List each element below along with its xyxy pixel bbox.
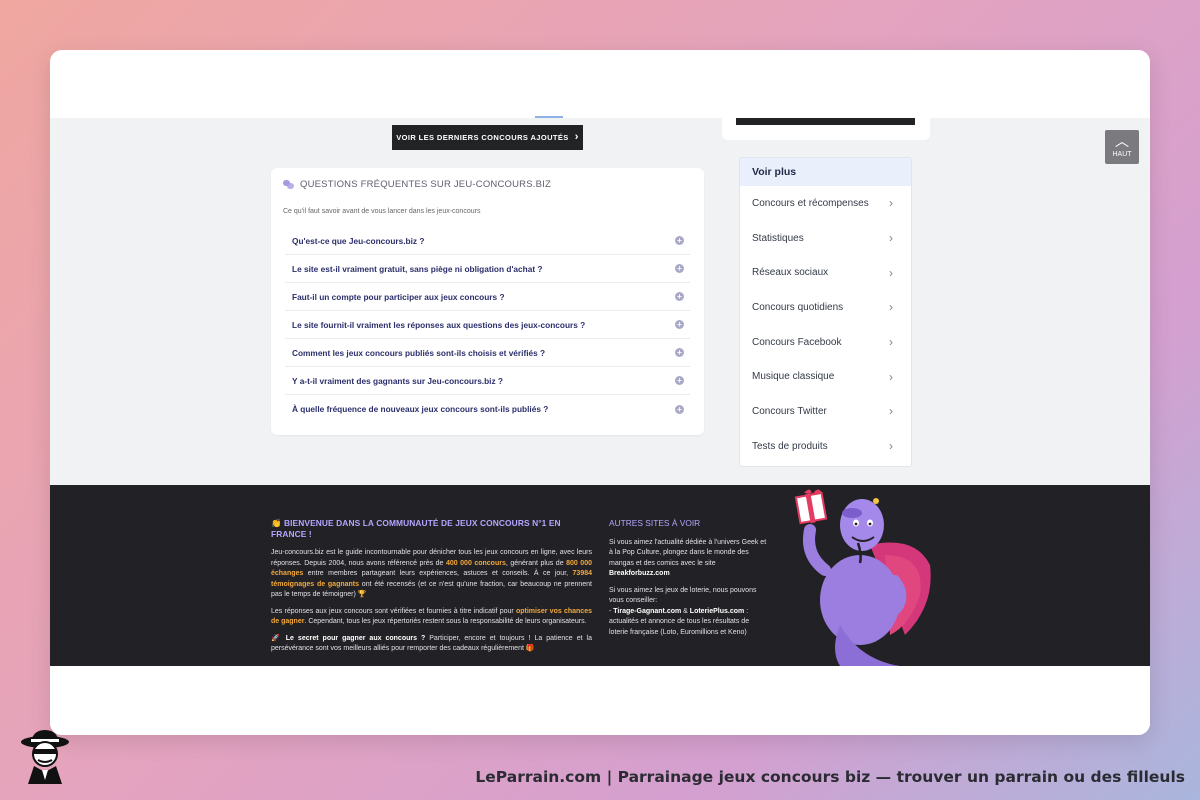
faq-item[interactable]: Comment les jeux concours publiés sont-i…	[285, 339, 690, 367]
see-more-item[interactable]: Statistiques ›	[740, 221, 911, 256]
chevron-right-icon: ›	[889, 265, 893, 280]
latest-contests-button[interactable]: VOIR LES DERNIERS CONCOURS AJOUTÉS ›	[392, 125, 583, 150]
faq-item[interactable]: Le site est-il vraiment gratuit, sans pi…	[285, 255, 690, 283]
faq-question: Comment les jeux concours publiés sont-i…	[292, 347, 546, 358]
chevron-right-icon: ›	[889, 231, 893, 246]
see-more-item[interactable]: Concours Twitter ›	[740, 394, 911, 429]
faq-question: Le site fournit-il vraiment les réponses…	[292, 319, 586, 330]
faq-item[interactable]: À quelle fréquence de nouveaux jeux conc…	[285, 395, 690, 423]
see-more-item-label: Réseaux sociaux	[752, 267, 829, 279]
faq-question: Faut-il un compte pour participer aux je…	[292, 291, 505, 302]
chevron-right-icon: ›	[889, 335, 893, 350]
plus-icon: +	[675, 376, 684, 385]
chevron-right-icon: ›	[889, 300, 893, 315]
chevron-right-icon: ›	[889, 404, 893, 419]
tirage-gagnant-link[interactable]: Tirage-Gagnant.com	[613, 608, 681, 615]
see-more-item[interactable]: Tests de produits ›	[740, 429, 911, 464]
see-more-panel: Voir plus Concours et récompenses › Statis…	[739, 157, 912, 467]
faq-card: QUESTIONS FRÉQUENTES SUR JEU-CONCOURS.BI…	[271, 168, 704, 435]
footer: 👏 BIENVENUE DANS LA COMMUNAUTÉ DE JEUX C…	[50, 485, 1150, 666]
see-more-title: Voir plus	[740, 158, 911, 186]
faq-item[interactable]: Y a-t-il vraiment des gagnants sur Jeu-c…	[285, 367, 690, 395]
leparrain-logo-icon	[21, 730, 69, 784]
faq-item[interactable]: Le site fournit-il vraiment les réponses…	[285, 311, 690, 339]
latest-contests-label: VOIR LES DERNIERS CONCOURS AJOUTÉS	[396, 133, 569, 142]
plus-icon: +	[675, 348, 684, 357]
plus-icon: +	[675, 320, 684, 329]
chevron-right-icon: ›	[574, 131, 579, 143]
see-more-item-label: Concours Facebook	[752, 336, 842, 348]
genie-mascot-illustration	[794, 489, 931, 666]
main-content: VOIR LES DERNIERS CONCOURS AJOUTÉS › QUE…	[50, 118, 1150, 485]
plus-icon: +	[675, 264, 684, 273]
see-more-item-label: Concours quotidiens	[752, 301, 844, 313]
see-more-item-label: Statistiques	[752, 232, 804, 244]
faq-title: QUESTIONS FRÉQUENTES SUR JEU-CONCOURS.BI…	[300, 179, 551, 190]
faq-question: Le site est-il vraiment gratuit, sans pi…	[292, 263, 543, 274]
faq-question: À quelle fréquence de nouveaux jeux conc…	[292, 404, 549, 414]
chevron-right-icon: ›	[889, 439, 893, 454]
chevron-right-icon: ›	[889, 196, 893, 211]
see-more-item-label: Tests de produits	[752, 440, 828, 452]
breakforbuzz-link[interactable]: Breakforbuzz.com	[609, 570, 670, 577]
sidebar-top-card	[722, 118, 930, 140]
plus-icon: +	[675, 404, 684, 414]
see-more-item[interactable]: Réseaux sociaux ›	[740, 255, 911, 290]
see-more-item[interactable]: Concours Facebook ›	[740, 325, 911, 360]
footer-welcome: 👏 BIENVENUE DANS LA COMMUNAUTÉ DE JEUX C…	[271, 518, 592, 661]
see-more-item-label: Concours Twitter	[752, 405, 827, 417]
page-header	[50, 50, 1150, 118]
see-more-item-label: Musique classique	[752, 371, 835, 383]
browser-window: VOIR LES DERNIERS CONCOURS AJOUTÉS › QUE…	[50, 50, 1150, 735]
faq-header: QUESTIONS FRÉQUENTES SUR JEU-CONCOURS.BI…	[283, 179, 551, 190]
faq-item[interactable]: Qu'est-ce que Jeu-concours.biz ? +	[285, 227, 690, 255]
footer-welcome-title: 👏 BIENVENUE DANS LA COMMUNAUTÉ DE JEUX C…	[271, 518, 561, 539]
page-bottom	[50, 666, 1150, 735]
back-to-top-label: HAUT	[1112, 151, 1132, 158]
plus-icon: +	[675, 292, 684, 301]
faq-subtitle: Ce qu'il faut savoir avant de vous lance…	[283, 208, 481, 215]
footer-welcome-paragraph-2: Les réponses aux jeux concours sont véri…	[271, 607, 592, 626]
see-more-item-label: Concours et récompenses	[752, 197, 869, 209]
sidebar-top-bar	[736, 118, 915, 125]
chevron-right-icon: ›	[889, 369, 893, 384]
plus-icon: +	[675, 236, 684, 245]
see-more-item[interactable]: Musique classique ›	[740, 359, 911, 394]
loterieplus-link[interactable]: LoteriePlus.com	[690, 608, 744, 615]
page-caption: LeParrain.com | Parrainage jeux concours…	[475, 768, 1185, 786]
back-to-top-button[interactable]: ︿ HAUT	[1105, 130, 1139, 164]
chat-bubbles-icon	[283, 180, 294, 189]
footer-welcome-paragraph-1: Jeu-concours.biz est le guide incontourn…	[271, 549, 592, 598]
see-more-item[interactable]: Concours quotidiens ›	[740, 290, 911, 325]
faq-list: Qu'est-ce que Jeu-concours.biz ? + Le site…	[285, 227, 690, 423]
see-more-list: Concours et récompenses › Statistiques › Rés…	[740, 186, 911, 464]
faq-question: Y a-t-il vraiment des gagnants sur Jeu-c…	[292, 375, 504, 386]
chevron-up-icon: ︿	[1115, 133, 1129, 149]
faq-item[interactable]: Faut-il un compte pour participer aux je…	[285, 283, 690, 311]
faq-question: Qu'est-ce que Jeu-concours.biz ?	[292, 235, 425, 246]
see-more-item[interactable]: Concours et récompenses ›	[740, 186, 911, 221]
footer-welcome-paragraph-3: 🚀 Le secret pour gagner aux concours ? P…	[271, 634, 592, 653]
